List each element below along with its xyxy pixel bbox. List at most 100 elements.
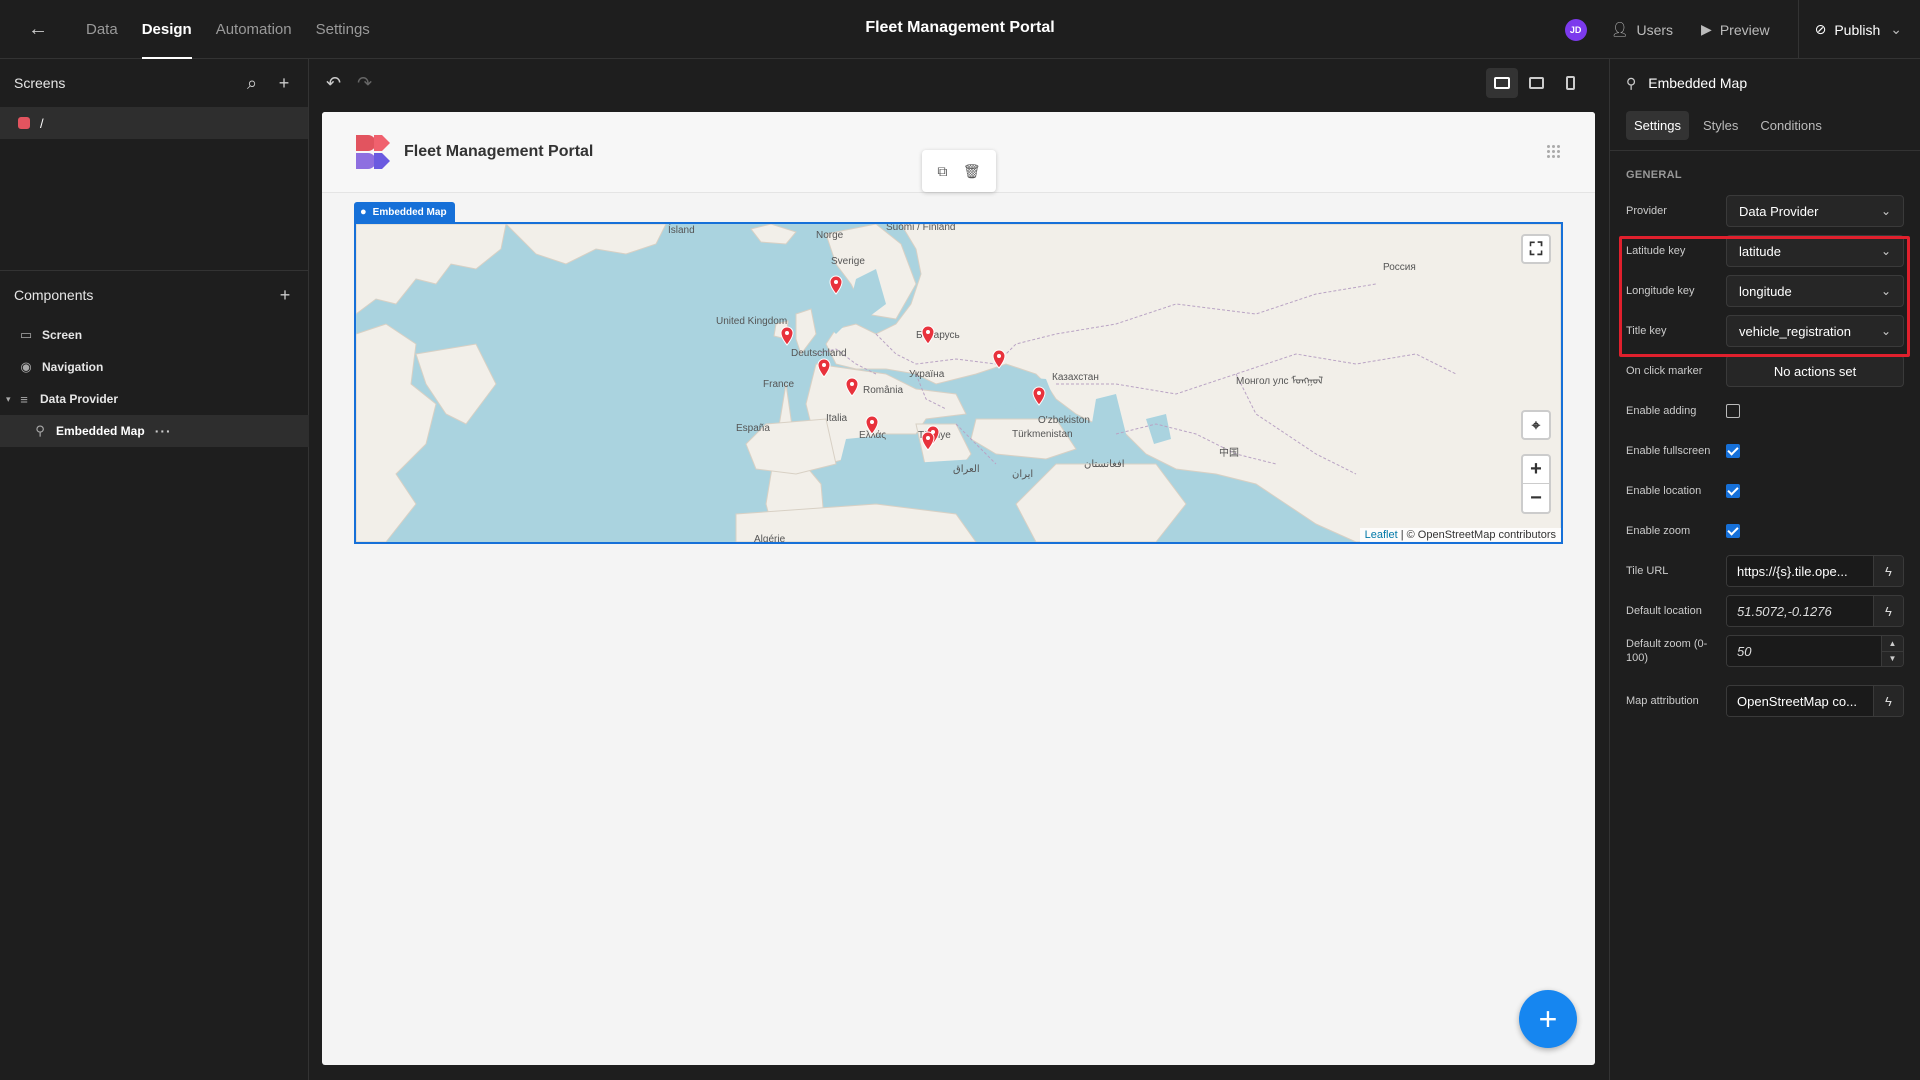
- tile-url-field[interactable]: https://{s}.tile.ope... ϟ: [1726, 555, 1904, 587]
- enable-fullscreen-label: Enable fullscreen: [1626, 445, 1711, 457]
- add-component-fab[interactable]: +: [1519, 990, 1577, 1048]
- longitude-row: Longitude key longitude ⌄: [1610, 271, 1920, 311]
- map-label-france: France: [763, 379, 795, 390]
- default-location-field[interactable]: 51.5072,-0.1276 ϟ: [1726, 595, 1904, 627]
- map-pin-icon: ⚲: [35, 423, 45, 438]
- onclick-actions-button[interactable]: No actions set: [1726, 355, 1904, 387]
- map-label-turkmenistan: Türkmenistan: [1012, 429, 1073, 440]
- longitude-value: longitude: [1739, 283, 1792, 299]
- canvas-area: ↶ ↷ Fleet Management Portal ⧉ 🗑︎ ● Embed…: [310, 59, 1608, 1080]
- publish-button[interactable]: ⊘ Publish ⌄: [1797, 0, 1920, 59]
- enable-location-row: Enable location: [1610, 471, 1920, 511]
- more-options-icon[interactable]: ···: [155, 423, 172, 439]
- screen-color-swatch: [18, 117, 30, 129]
- enable-adding-row: Enable adding: [1610, 391, 1920, 431]
- tab-design[interactable]: Design: [130, 0, 204, 59]
- users-label: Users: [1636, 21, 1674, 38]
- settings-panel: ⚲ Embedded Map Settings Styles Condition…: [1609, 59, 1920, 1080]
- map-label-suomi: Suomi / Finland: [886, 224, 955, 233]
- chevron-down-icon: ⌄: [1880, 284, 1891, 298]
- map-label-united-kingdom: United Kingdom: [716, 316, 787, 327]
- embedded-map-tag[interactable]: ● Embedded Map: [354, 202, 455, 222]
- tab-automation[interactable]: Automation: [204, 0, 304, 59]
- embedded-map[interactable]: Ísland Norge Suomi / Finland Sverige Рос…: [354, 222, 1563, 544]
- preview-button[interactable]: ▶ Preview: [1701, 21, 1770, 38]
- map-label-mongolia: Монгол улс ᠮᠣᠩᠭᠣᠯ: [1236, 375, 1323, 387]
- provider-row: Provider Data Provider ⌄: [1610, 191, 1920, 231]
- grid-dots-icon[interactable]: [1547, 145, 1561, 159]
- map-pin-icon: ●: [360, 206, 367, 218]
- tile-url-value[interactable]: https://{s}.tile.ope...: [1727, 556, 1873, 586]
- users-button[interactable]: 👤︎ Users: [1611, 21, 1673, 38]
- zoom-in-button[interactable]: +: [1523, 456, 1549, 484]
- provider-select[interactable]: Data Provider ⌄: [1726, 195, 1904, 227]
- zoom-out-button[interactable]: −: [1523, 484, 1549, 512]
- enable-adding-label: Enable adding: [1626, 405, 1697, 417]
- title-key-value: vehicle_registration: [1739, 323, 1852, 339]
- enable-location-label: Enable location: [1626, 485, 1702, 497]
- default-location-value[interactable]: 51.5072,-0.1276: [1727, 596, 1873, 626]
- lightning-icon[interactable]: ϟ: [1873, 686, 1903, 716]
- database-icon: ≡: [20, 391, 28, 407]
- caret-down-icon[interactable]: ▾: [6, 394, 16, 405]
- components-title: Components: [14, 287, 94, 303]
- add-screen-icon[interactable]: +: [274, 73, 294, 93]
- zoom-control: + −: [1521, 454, 1551, 514]
- tab-styles[interactable]: Styles: [1695, 111, 1746, 140]
- enable-zoom-checkbox[interactable]: [1726, 524, 1740, 538]
- default-location-row: Default location 51.5072,-0.1276 ϟ: [1610, 591, 1920, 631]
- tab-conditions[interactable]: Conditions: [1752, 111, 1829, 140]
- eye-icon: ◉: [20, 359, 32, 374]
- default-zoom-row: Default zoom (0-100) 50 ▲ ▼: [1610, 631, 1920, 671]
- fullscreen-icon[interactable]: ⛶: [1521, 234, 1551, 264]
- latitude-select[interactable]: latitude ⌄: [1726, 235, 1904, 267]
- tree-item-label: Data Provider: [40, 392, 119, 406]
- add-component-icon[interactable]: +: [275, 285, 295, 305]
- undo-icon[interactable]: ↶: [326, 73, 341, 94]
- stepper-down-icon[interactable]: ▼: [1882, 652, 1903, 667]
- title-key-row: Title key vehicle_registration ⌄: [1610, 311, 1920, 351]
- trash-icon[interactable]: 🗑︎: [963, 163, 981, 180]
- left-panel: Screens ⌕ + / Components + ▭ Screen ◉ Na…: [0, 59, 309, 1080]
- lightning-icon[interactable]: ϟ: [1873, 556, 1903, 586]
- search-icon[interactable]: ⌕: [242, 73, 262, 93]
- tab-settings[interactable]: Settings: [304, 0, 382, 59]
- avatar[interactable]: JD: [1564, 18, 1587, 41]
- longitude-select[interactable]: longitude ⌄: [1726, 275, 1904, 307]
- redo-icon[interactable]: ↷: [357, 73, 372, 94]
- screen-item[interactable]: /: [0, 107, 308, 139]
- onclick-row: On click marker No actions set: [1610, 351, 1920, 391]
- lightning-icon[interactable]: ϟ: [1873, 596, 1903, 626]
- chevron-down-icon[interactable]: ⌄: [1890, 21, 1902, 38]
- enable-fullscreen-checkbox[interactable]: [1726, 444, 1740, 458]
- leaflet-link[interactable]: Leaflet: [1365, 529, 1398, 541]
- title-key-select[interactable]: vehicle_registration ⌄: [1726, 315, 1904, 347]
- back-arrow-icon[interactable]: ←: [18, 9, 58, 49]
- osm-attribution: | © OpenStreetMap contributors: [1397, 529, 1556, 541]
- enable-location-checkbox[interactable]: [1726, 484, 1740, 498]
- tablet-icon[interactable]: [1520, 68, 1552, 98]
- tree-item-data-provider[interactable]: ▾ ≡ Data Provider: [0, 383, 309, 415]
- default-zoom-value[interactable]: 50: [1727, 636, 1881, 666]
- map-label-iraq: العراق: [953, 464, 980, 475]
- enable-adding-checkbox[interactable]: [1726, 404, 1740, 418]
- tree-item-navigation[interactable]: ◉ Navigation: [0, 351, 309, 383]
- duplicate-icon[interactable]: ⧉: [937, 163, 947, 180]
- device-switcher: [1484, 68, 1586, 98]
- default-zoom-stepper[interactable]: 50 ▲ ▼: [1726, 635, 1904, 667]
- mobile-icon[interactable]: [1554, 68, 1586, 98]
- preview-label: Preview: [1719, 21, 1770, 38]
- tree-item-embedded-map[interactable]: ⚲ Embedded Map ···: [0, 415, 309, 447]
- map-attribution-field[interactable]: OpenStreetMap co... ϟ: [1726, 685, 1904, 717]
- map-label-algerie: Algérie: [754, 534, 786, 542]
- screens-header: Screens ⌕ +: [0, 59, 308, 107]
- tab-data[interactable]: Data: [74, 0, 130, 59]
- tab-settings[interactable]: Settings: [1626, 111, 1689, 140]
- component-toolbar: ⧉ 🗑︎: [922, 150, 996, 192]
- stepper-up-icon[interactable]: ▲: [1882, 636, 1903, 652]
- provider-label: Provider: [1626, 205, 1667, 217]
- desktop-icon[interactable]: [1486, 68, 1518, 98]
- locate-icon[interactable]: ⌖: [1521, 410, 1551, 440]
- tree-item-screen[interactable]: ▭ Screen: [0, 319, 309, 351]
- map-attribution-value[interactable]: OpenStreetMap co...: [1727, 686, 1873, 716]
